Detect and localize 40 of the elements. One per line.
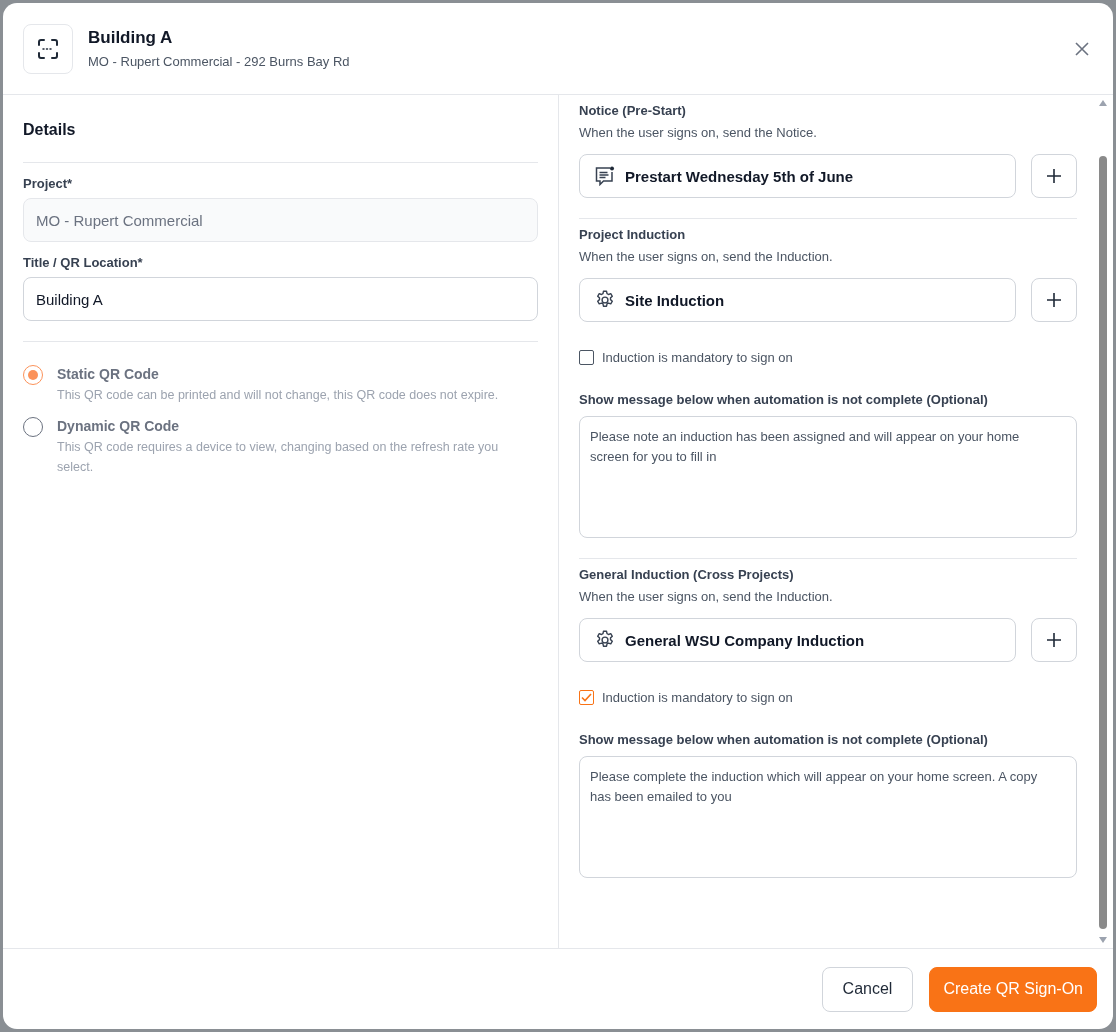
checkbox[interactable] bbox=[579, 350, 594, 365]
message-field[interactable]: Please complete the induction which will appear on your home screen. A copy has been emailed to you bbox=[579, 756, 1077, 878]
scrollbar-thumb[interactable] bbox=[1099, 156, 1107, 929]
add-button[interactable] bbox=[1031, 278, 1077, 322]
message-icon bbox=[594, 166, 616, 186]
selected-item-field[interactable]: Site Induction bbox=[579, 278, 1016, 322]
radio-label: Static QR Code bbox=[57, 365, 160, 384]
radio-description: This QR code can be printed and will not change, this QR code does not expire. bbox=[57, 387, 499, 404]
field-label: Project* bbox=[23, 176, 74, 191]
section-title: Project Induction bbox=[579, 226, 687, 244]
scroll-up-icon[interactable] bbox=[1099, 100, 1107, 106]
dialog-title: Building A bbox=[88, 28, 174, 48]
dialog-subtitle: MO - Rupert Commercial - 292 Burns Bay Rd bbox=[88, 54, 351, 69]
message-label: Show message below when automation is not complete (Optional) bbox=[579, 731, 989, 749]
section-description: When the user signs on, send the Induction. bbox=[579, 588, 834, 606]
section-description: When the user signs on, send the Notice. bbox=[579, 124, 818, 142]
section-title: Notice (Pre-Start) bbox=[579, 102, 687, 120]
section-description: When the user signs on, send the Induction. bbox=[579, 248, 834, 266]
plus-icon bbox=[1046, 292, 1062, 308]
close-icon bbox=[1075, 41, 1089, 56]
checkbox[interactable] bbox=[579, 690, 594, 705]
cancel-button[interactable]: Cancel bbox=[821, 966, 914, 1012]
section-heading: Details bbox=[23, 95, 538, 163]
selected-item-field[interactable]: Prestart Wednesday 5th of June bbox=[579, 154, 1016, 198]
plus-icon bbox=[1046, 168, 1062, 184]
message-label: Show message below when automation is not complete (Optional) bbox=[579, 391, 989, 409]
checkbox-label: Induction is mandatory to sign on bbox=[602, 690, 793, 705]
add-button[interactable] bbox=[1031, 618, 1077, 662]
scan-frame-icon bbox=[23, 23, 73, 74]
plus-icon bbox=[1046, 632, 1062, 648]
checkbox-label: Induction is mandatory to sign on bbox=[602, 350, 793, 365]
scroll-down-icon[interactable] bbox=[1099, 937, 1107, 943]
selected-item-field[interactable]: General WSU Company Induction bbox=[579, 618, 1016, 662]
radio-label: Dynamic QR Code bbox=[57, 417, 181, 436]
field-label: Title / QR Location* bbox=[23, 255, 144, 270]
add-button[interactable] bbox=[1031, 154, 1077, 198]
text-field[interactable]: Building A bbox=[23, 277, 538, 321]
message-field[interactable]: Please note an induction has been assigned and will appear on your home screen for you to fill in bbox=[579, 416, 1077, 538]
section-title: General Induction (Cross Projects) bbox=[579, 566, 795, 584]
radio-description: This QR code requires a device to view, changing based on the refresh rate you select. bbox=[57, 439, 500, 476]
